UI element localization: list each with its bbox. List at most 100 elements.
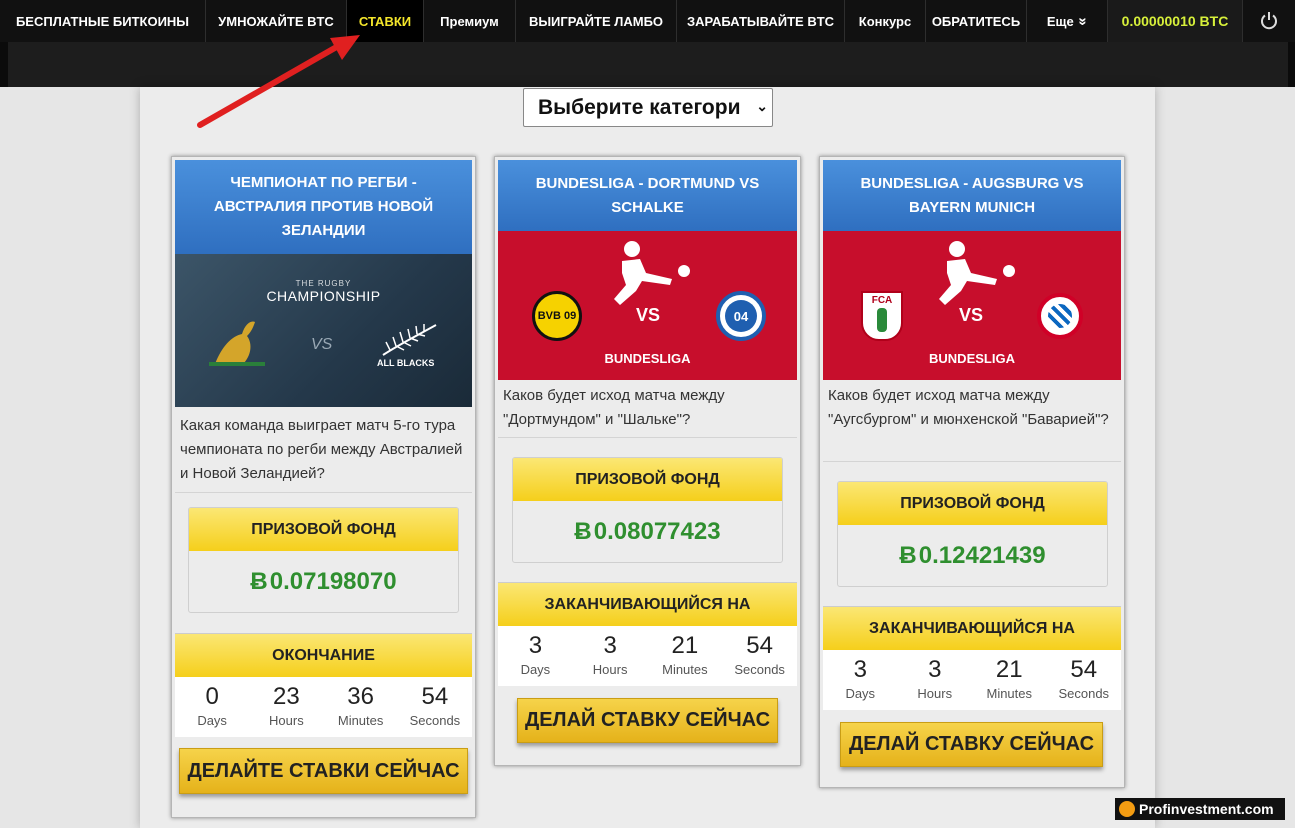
countdown-num: 3 xyxy=(853,656,867,683)
prize-value-row: Ƀ 0.12421439 xyxy=(838,525,1107,586)
category-select[interactable]: Выберите категори ⌄ xyxy=(523,88,773,127)
countdown-unit: Minutes xyxy=(337,713,384,728)
card-title: BUNDESLIGA - AUGSBURG VS BAYERN MUNICH xyxy=(823,160,1121,231)
place-bet-button[interactable]: ДЕЛАЙ СТАВКУ СЕЙЧАС xyxy=(517,698,778,743)
nav-contest[interactable]: Конкурс xyxy=(845,0,926,42)
place-bet-button[interactable]: ДЕЛАЙ СТАВКУ СЕЙЧАС xyxy=(840,722,1103,767)
countdown-minutes: 21 Minutes xyxy=(972,650,1047,710)
red-arrow-icon xyxy=(197,35,360,128)
schalke-logo-icon: 04 xyxy=(716,291,766,341)
prize-value-row: Ƀ 0.08077423 xyxy=(513,501,782,562)
countdown-num: 54 xyxy=(746,632,773,659)
image-league: BUNDESLIGA xyxy=(929,351,1015,366)
card-question: Каков будет исход матча между "Аугсбурго… xyxy=(823,380,1121,462)
nav-free-bitcoins[interactable]: БЕСПЛАТНЫЕ БИТКОИНЫ xyxy=(0,0,206,42)
prize-pool: ПРИЗОВОЙ ФОНД Ƀ 0.12421439 xyxy=(837,481,1108,587)
prize-value: 0.12421439 xyxy=(918,541,1046,569)
chevron-down-icon: » xyxy=(1074,16,1092,26)
image-vs: VS xyxy=(636,305,661,325)
chevron-down-icon: ⌄ xyxy=(756,98,768,114)
countdown-unit: Hours xyxy=(269,713,304,728)
bundesliga-match-image: VS BUNDESLIGA FCA xyxy=(823,231,1121,380)
countdown-minutes: 21 Minutes xyxy=(648,626,723,686)
nav-earn-btc[interactable]: ЗАРАБАТЫВАЙТЕ BTC xyxy=(677,0,845,42)
card-title: ЧЕМПИОНАТ ПО РЕГБИ - АВСТРАЛИЯ ПРОТИВ НО… xyxy=(175,160,472,254)
place-bet-button[interactable]: ДЕЛАЙТЕ СТАВКИ СЕЙЧАС xyxy=(179,748,468,794)
category-select-value: Выберите категори xyxy=(538,95,741,119)
ending-label: ОКОНЧАНИЕ xyxy=(175,634,472,677)
countdown-num: 3 xyxy=(528,632,543,659)
countdown-seconds: 54 Seconds xyxy=(398,677,472,737)
countdown-unit: Minutes xyxy=(662,662,708,677)
fern-icon xyxy=(382,324,437,356)
bet-card-dortmund-schalke: BUNDESLIGA - DORTMUND VS SCHALKE VS BUND… xyxy=(494,156,801,766)
subbar-edge-left xyxy=(0,42,8,87)
countdown-seconds: 54 Seconds xyxy=(722,626,797,686)
countdown-num: 23 xyxy=(273,683,300,710)
bundesliga-match-image: VS BUNDESLIGA BVB 09 04 xyxy=(498,231,797,380)
ending-label: ЗАКАНЧИВАЮЩИЙСЯ НА xyxy=(823,607,1121,650)
prize-pool: ПРИЗОВОЙ ФОНД Ƀ 0.08077423 xyxy=(512,457,783,563)
countdown: 0 Days 23 Hours 36 Minutes 54 Seconds xyxy=(175,677,472,737)
nav-premium[interactable]: Премиум xyxy=(424,0,516,42)
nav-contact[interactable]: ОБРАТИТЕСЬ xyxy=(926,0,1027,42)
bitcoin-icon: Ƀ xyxy=(250,567,268,595)
bundesliga-logo-icon xyxy=(614,241,690,305)
prize-value: 0.07198070 xyxy=(269,567,397,595)
prize-value: 0.08077423 xyxy=(593,517,721,545)
augsburg-logo-icon: FCA xyxy=(861,291,903,341)
card-question: Каков будет исход матча между "Дортмундо… xyxy=(498,380,797,438)
countdown-num: 3 xyxy=(603,632,617,659)
augsburg-logo-text: FCA xyxy=(871,295,893,306)
schalke-logo-text: 04 xyxy=(725,300,757,332)
countdown-hours: 3 Hours xyxy=(898,650,973,710)
countdown-unit: Hours xyxy=(917,686,953,701)
countdown: 3 Days 3 Hours 21 Minutes 54 Seconds xyxy=(823,650,1121,710)
nav-more-label: Еще xyxy=(1046,13,1074,29)
countdown: 3 Days 3 Hours 21 Minutes 54 Seconds xyxy=(498,626,797,686)
image-brand-small: THE RUGBY xyxy=(295,279,352,288)
dortmund-logo-text: BVB 09 xyxy=(537,310,577,322)
balance-display[interactable]: 0.00000010 BTC xyxy=(1108,0,1243,42)
countdown-unit: Minutes xyxy=(986,686,1033,701)
prize-label: ПРИЗОВОЙ ФОНД xyxy=(513,458,782,501)
ending-section: ЗАКАНЧИВАЮЩИЙСЯ НА 3 Days 3 Hours 21 Minute… xyxy=(823,606,1121,710)
card-title: BUNDESLIGA - DORTMUND VS SCHALKE xyxy=(498,160,797,231)
image-brand: CHAMPIONSHIP xyxy=(266,288,381,304)
bayern-logo-icon xyxy=(1037,293,1083,339)
prize-label: ПРИЗОВОЙ ФОНД xyxy=(838,482,1107,525)
rugby-match-image: THE RUGBY CHAMPIONSHIP VS ALL BLACKS xyxy=(175,254,472,407)
ending-section: ОКОНЧАНИЕ 0 Days 23 Hours 36 Minutes 54 Seco… xyxy=(175,633,472,737)
bayern-rhombus xyxy=(1048,304,1072,328)
watermark-text: Profinvestment.com xyxy=(1139,801,1274,817)
countdown-hours: 3 Hours xyxy=(573,626,648,686)
prize-pool: ПРИЗОВОЙ ФОНД Ƀ 0.07198070 xyxy=(188,507,459,613)
countdown-unit: Seconds xyxy=(1058,686,1110,701)
countdown-num: 21 xyxy=(671,632,699,659)
ending-label: ЗАКАНЧИВАЮЩИЙСЯ НА xyxy=(498,583,797,626)
image-vs: VS xyxy=(959,305,984,325)
countdown-seconds: 54 Seconds xyxy=(1047,650,1122,710)
image-league: BUNDESLIGA xyxy=(604,351,691,366)
watermark-logo-icon xyxy=(1119,801,1135,817)
power-icon[interactable] xyxy=(1243,0,1295,42)
countdown-unit: Hours xyxy=(592,662,628,677)
bitcoin-icon: Ƀ xyxy=(574,517,592,545)
countdown-hours: 23 Hours xyxy=(249,677,323,737)
countdown-num: 36 xyxy=(347,683,374,710)
countdown-unit: Days xyxy=(520,662,551,677)
countdown-unit: Seconds xyxy=(409,713,461,728)
nav-more[interactable]: Еще » xyxy=(1027,0,1108,42)
countdown-unit: Days xyxy=(197,713,227,728)
countdown-days: 0 Days xyxy=(175,677,249,737)
image-vs: VS xyxy=(311,336,333,353)
image-team2: ALL BLACKS xyxy=(377,358,435,368)
bet-card-rugby: ЧЕМПИОНАТ ПО РЕГБИ - АВСТРАЛИЯ ПРОТИВ НО… xyxy=(171,156,476,818)
bet-card-augsburg-bayern: BUNDESLIGA - AUGSBURG VS BAYERN MUNICH V… xyxy=(819,156,1125,788)
countdown-days: 3 Days xyxy=(823,650,898,710)
bundesliga-logo-icon xyxy=(939,241,1015,305)
subbar-edge-right xyxy=(1288,42,1295,87)
watermark: Profinvestment.com xyxy=(1115,798,1285,820)
prize-label: ПРИЗОВОЙ ФОНД xyxy=(189,508,458,551)
nav-win-lambo[interactable]: ВЫИГРАЙТЕ ЛАМБО xyxy=(516,0,677,42)
